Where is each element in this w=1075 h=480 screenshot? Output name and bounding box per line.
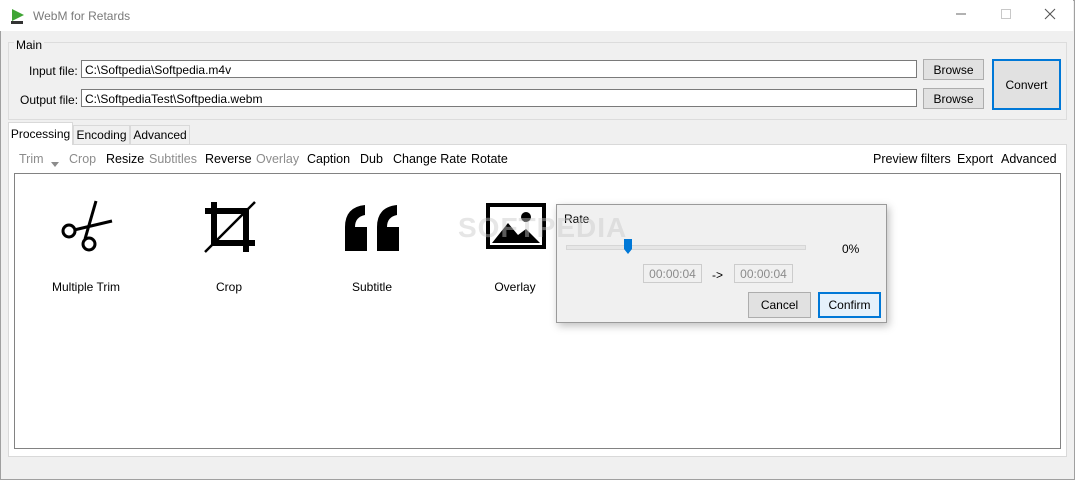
scissors-icon[interactable] [58,199,116,260]
toolbar-reverse[interactable]: Reverse [205,152,252,166]
toolbar-resize[interactable]: Resize [106,152,144,166]
toolbar-rotate[interactable]: Rotate [471,152,508,166]
output-browse-button[interactable]: Browse [923,88,984,109]
minimize-button[interactable] [938,0,984,31]
toolbar-subtitles[interactable]: Subtitles [149,152,197,166]
tab-encoding[interactable]: Encoding [73,125,130,144]
softpedia-watermark: SOFTPEDIA [458,212,628,243]
maximize-icon [1000,8,1012,23]
toolbar-trim[interactable]: Trim [19,152,44,166]
toolbar-caption[interactable]: Caption [307,152,350,166]
tab-advanced[interactable]: Advanced [130,125,190,144]
output-file-label: Output file: [20,93,79,107]
toolbar-preview-filters[interactable]: Preview filters [873,152,951,166]
tab-processing[interactable]: Processing [8,122,73,145]
output-file-field[interactable]: C:\SoftpediaTest\Softpedia.webm [81,89,917,107]
toolbar-change-rate[interactable]: Change Rate [393,152,467,166]
quote-icon[interactable] [343,203,403,256]
toolbar-crop[interactable]: Crop [69,152,96,166]
rate-confirm-button[interactable]: Confirm [818,292,881,318]
input-file-field[interactable]: C:\Softpedia\Softpedia.m4v [81,60,917,78]
filter-crop-label: Crop [215,280,242,294]
toolbar-dub[interactable]: Dub [360,152,383,166]
window-title: WebM for Retards [33,9,131,23]
toolbar-overlay[interactable]: Overlay [256,152,299,166]
minimize-icon [955,8,967,23]
toolbar-export[interactable]: Export [957,152,993,166]
close-button[interactable] [1027,0,1073,31]
rate-percent: 0% [842,242,860,256]
webm-app-icon [10,8,26,24]
rate-from-time: 00:00:04 [643,264,702,283]
input-browse-button[interactable]: Browse [923,59,984,80]
maximize-button[interactable] [983,0,1029,31]
rate-to-time: 00:00:04 [734,264,793,283]
trim-dropdown-arrow-icon[interactable] [51,156,59,170]
filter-multiple-trim-label: Multiple Trim [51,280,120,294]
toolbar-advanced[interactable]: Advanced [1001,152,1057,166]
convert-button[interactable]: Convert [992,59,1061,110]
title-bar: WebM for Retards [0,0,1073,31]
rate-arrow: -> [712,268,724,282]
crop-icon[interactable] [203,200,259,259]
rate-slider-track[interactable] [566,245,806,250]
close-icon [1044,8,1056,23]
main-groupbox [8,42,1067,120]
main-group-label: Main [14,38,45,52]
input-file-label: Input file: [29,64,78,78]
filter-subtitle-label: Subtitle [351,280,393,294]
rate-cancel-button[interactable]: Cancel [748,292,811,318]
